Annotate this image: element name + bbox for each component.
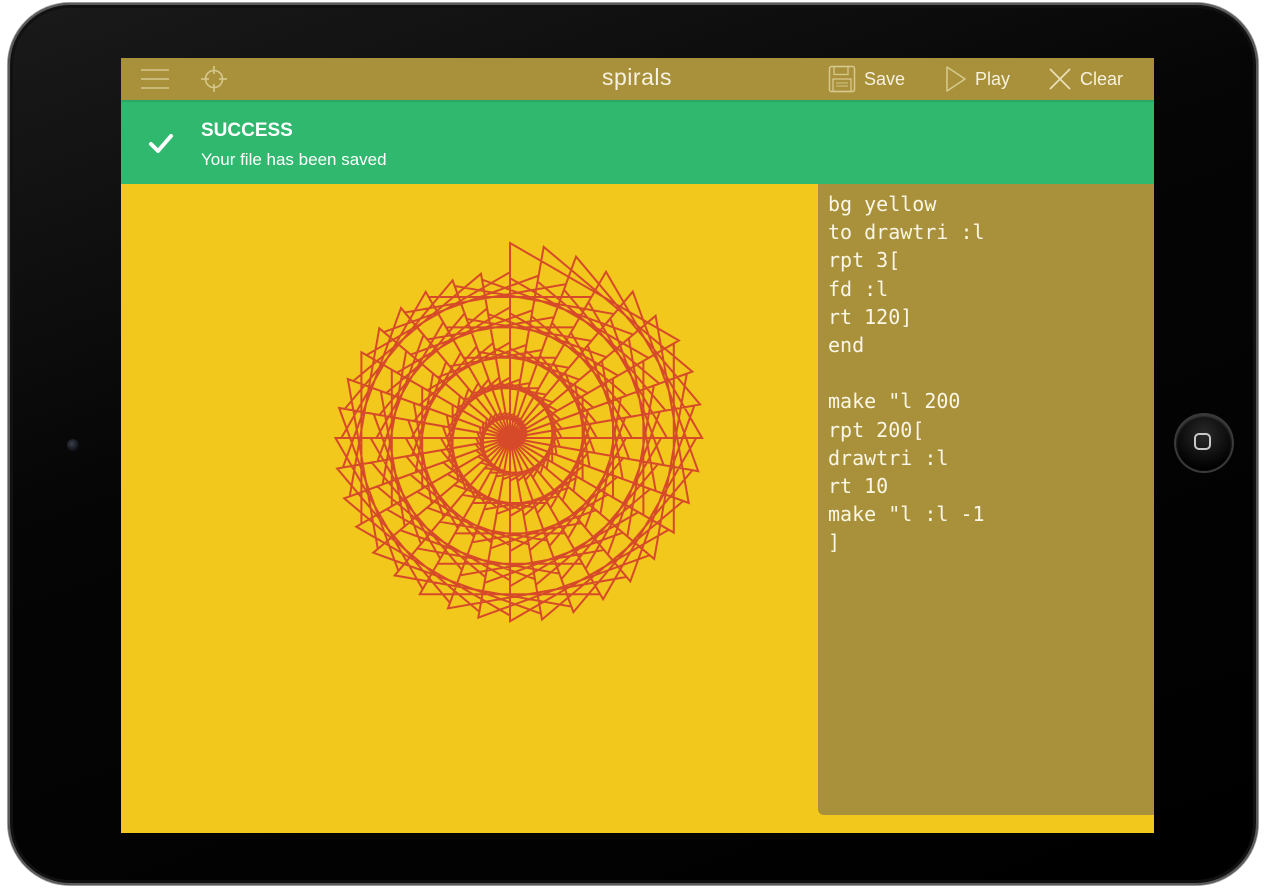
spiral-path <box>333 241 704 624</box>
code-editor[interactable]: bg yellow to drawtri :l rpt 3[ fd :l rt … <box>818 184 1154 815</box>
top-toolbar: spirals Save Play Clear <box>121 58 1154 100</box>
menu-icon[interactable] <box>141 68 169 90</box>
notification-title: SUCCESS <box>201 120 293 141</box>
play-icon <box>946 66 966 92</box>
home-button[interactable] <box>1176 415 1232 471</box>
save-button[interactable]: Save <box>828 65 905 93</box>
drawing-canvas[interactable] <box>121 184 818 833</box>
front-camera <box>67 439 79 451</box>
play-button[interactable]: Play <box>945 65 1010 93</box>
play-label: Play <box>975 68 1011 89</box>
app-screen: spirals Save Play Clear SUCCESS Your fil… <box>121 58 1154 833</box>
home-square-icon <box>1194 433 1211 450</box>
notification-message: Your file has been saved <box>201 150 387 169</box>
clear-label: Clear <box>1080 68 1124 89</box>
close-icon <box>1049 68 1071 90</box>
save-label: Save <box>864 68 906 89</box>
success-notification: SUCCESS Your file has been saved <box>121 100 1154 184</box>
file-title: spirals <box>602 64 672 90</box>
code-text: bg yellow to drawtri :l rpt 3[ fd :l rt … <box>828 192 985 555</box>
crosshair-icon[interactable] <box>201 66 227 92</box>
spiral-drawing <box>333 241 704 624</box>
clear-button[interactable]: Clear <box>1048 65 1123 93</box>
save-icon <box>828 65 856 93</box>
checkmark-icon <box>149 134 173 153</box>
